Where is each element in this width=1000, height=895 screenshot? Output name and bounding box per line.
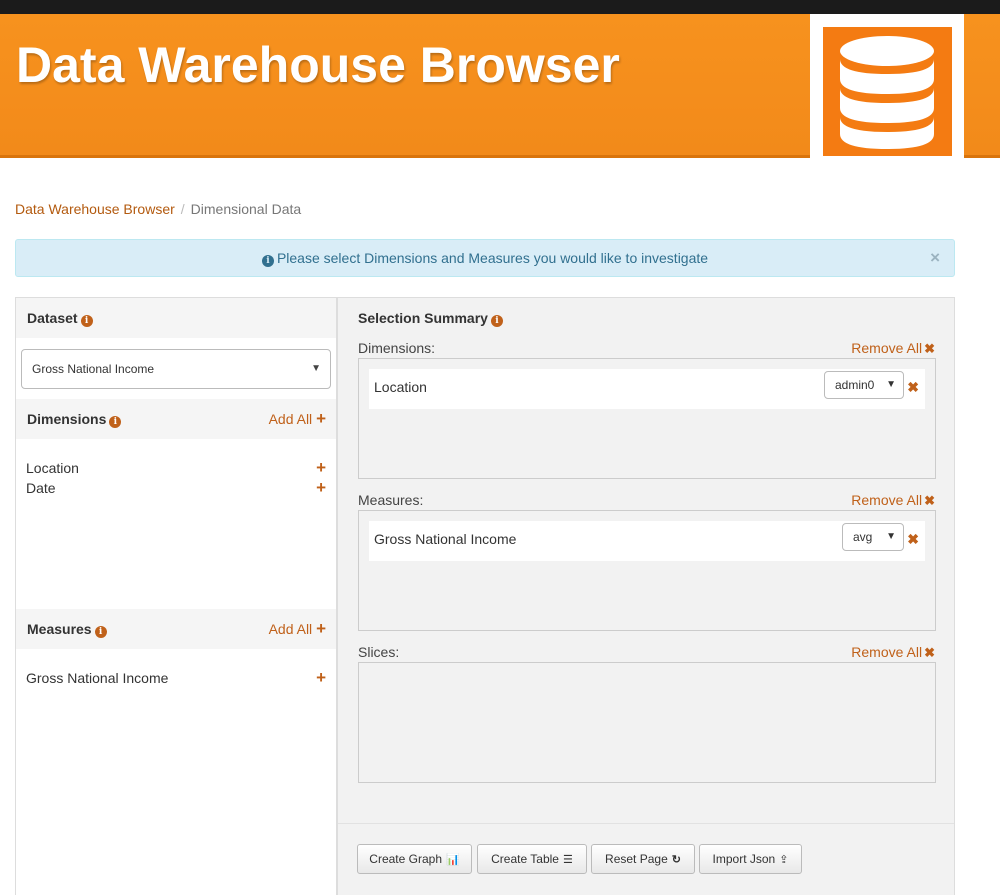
alert-message: Please select Dimensions and Measures yo… xyxy=(276,250,709,266)
remove-all-label: Remove All xyxy=(851,492,923,508)
refresh-icon: ↻ xyxy=(671,854,681,866)
add-gni-icon[interactable]: + xyxy=(316,669,326,686)
chevron-down-icon: ▼ xyxy=(886,531,896,542)
top-navbar xyxy=(0,0,1000,14)
info-icon[interactable]: i xyxy=(80,315,93,327)
breadcrumb-separator: / xyxy=(180,201,185,217)
info-alert: i Please select Dimensions and Measures y… xyxy=(15,239,955,277)
slices-box xyxy=(358,662,936,783)
dataset-heading: Dataset xyxy=(27,310,78,326)
summary-measure-row: Gross National Income avg ▼ ✖ xyxy=(369,521,925,561)
summary-heading: Selection Summary xyxy=(358,310,488,326)
remove-all-measures-button[interactable]: Remove All ✖ xyxy=(851,492,935,509)
measures-label: Measures: xyxy=(358,492,424,508)
breadcrumb-home-link[interactable]: Data Warehouse Browser xyxy=(15,201,175,217)
measure-aggregate-value: avg xyxy=(853,530,873,544)
selection-panel: Dataset i Gross National Income ▼ Dimensi… xyxy=(15,297,337,895)
slices-label: Slices: xyxy=(358,644,400,660)
plus-icon: + xyxy=(316,619,326,638)
close-icon: ✖ xyxy=(924,341,935,356)
info-icon[interactable]: i xyxy=(94,626,107,638)
import-json-label: Import Json xyxy=(712,852,776,866)
remove-all-label: Remove All xyxy=(851,340,923,356)
measures-heading: Measures xyxy=(27,621,92,637)
close-icon: ✖ xyxy=(924,493,935,508)
add-all-label: Add All xyxy=(268,621,313,637)
create-table-button[interactable]: Create Table ☰ xyxy=(477,844,587,874)
add-all-dimensions-button[interactable]: Add All + xyxy=(268,409,326,428)
chevron-down-icon: ▼ xyxy=(886,379,896,390)
remove-measure-icon[interactable]: ✖ xyxy=(907,531,919,548)
database-icon xyxy=(840,36,934,149)
summary-measure-name: Gross National Income xyxy=(374,531,517,547)
import-json-button[interactable]: Import Json ⇪ xyxy=(699,844,802,874)
dimensions-box: Location admin0 ▼ ✖ xyxy=(358,358,936,479)
add-location-icon[interactable]: + xyxy=(316,459,326,476)
upload-icon: ⇪ xyxy=(779,854,789,866)
measures-box: Gross National Income avg ▼ ✖ xyxy=(358,510,936,631)
dimension-item-location: Location xyxy=(26,460,79,476)
selection-summary-panel: Selection Summary i Dimensions: Remove Al… xyxy=(337,297,955,895)
bar-chart-icon: 📊 xyxy=(446,854,460,866)
chevron-down-icon: ▼ xyxy=(311,363,321,374)
info-icon: i xyxy=(261,255,274,267)
create-graph-label: Create Graph xyxy=(369,852,442,866)
measure-aggregate-select[interactable]: avg ▼ xyxy=(842,523,904,551)
add-date-icon[interactable]: + xyxy=(316,479,326,496)
dataset-selected-value: Gross National Income xyxy=(32,362,155,376)
info-icon[interactable]: i xyxy=(490,315,503,327)
create-table-label: Create Table xyxy=(491,852,559,866)
remove-all-dimensions-button[interactable]: Remove All ✖ xyxy=(851,340,935,357)
dimensions-header: Dimensions i Add All + xyxy=(16,399,336,439)
alert-close-button[interactable]: × xyxy=(930,240,940,276)
close-icon: ✖ xyxy=(924,645,935,660)
logo xyxy=(810,14,964,170)
table-icon: ☰ xyxy=(562,854,573,866)
breadcrumb-current: Dimensional Data xyxy=(190,201,302,217)
dataset-header: Dataset i xyxy=(16,298,336,338)
dataset-select[interactable]: Gross National Income ▼ xyxy=(21,349,331,389)
dimension-level-select[interactable]: admin0 ▼ xyxy=(824,371,904,399)
site-title: Data Warehouse Browser xyxy=(16,37,620,93)
breadcrumb: Data Warehouse Browser / Dimensional Data xyxy=(15,201,301,217)
dimension-item-date: Date xyxy=(26,480,56,496)
reset-page-button[interactable]: Reset Page ↻ xyxy=(591,844,695,874)
measures-header: Measures i Add All + xyxy=(16,609,336,649)
remove-dimension-icon[interactable]: ✖ xyxy=(907,379,919,396)
summary-dimension-row: Location admin0 ▼ ✖ xyxy=(369,369,925,409)
add-all-label: Add All xyxy=(268,411,313,427)
dimensions-label: Dimensions: xyxy=(358,340,436,356)
reset-page-label: Reset Page xyxy=(605,852,668,866)
add-all-measures-button[interactable]: Add All + xyxy=(268,619,326,638)
info-icon[interactable]: i xyxy=(109,416,122,428)
action-bar: Create Graph 📊 Create Table ☰ Reset Page ↻ … xyxy=(338,823,954,895)
plus-icon: + xyxy=(316,409,326,428)
summary-dimension-name: Location xyxy=(374,379,427,395)
dimension-level-value: admin0 xyxy=(835,378,875,392)
remove-all-slices-button[interactable]: Remove All ✖ xyxy=(851,644,935,661)
dimensions-heading: Dimensions xyxy=(27,411,107,427)
remove-all-label: Remove All xyxy=(851,644,923,660)
create-graph-button[interactable]: Create Graph 📊 xyxy=(357,844,472,874)
measure-item-gni: Gross National Income xyxy=(26,670,169,686)
